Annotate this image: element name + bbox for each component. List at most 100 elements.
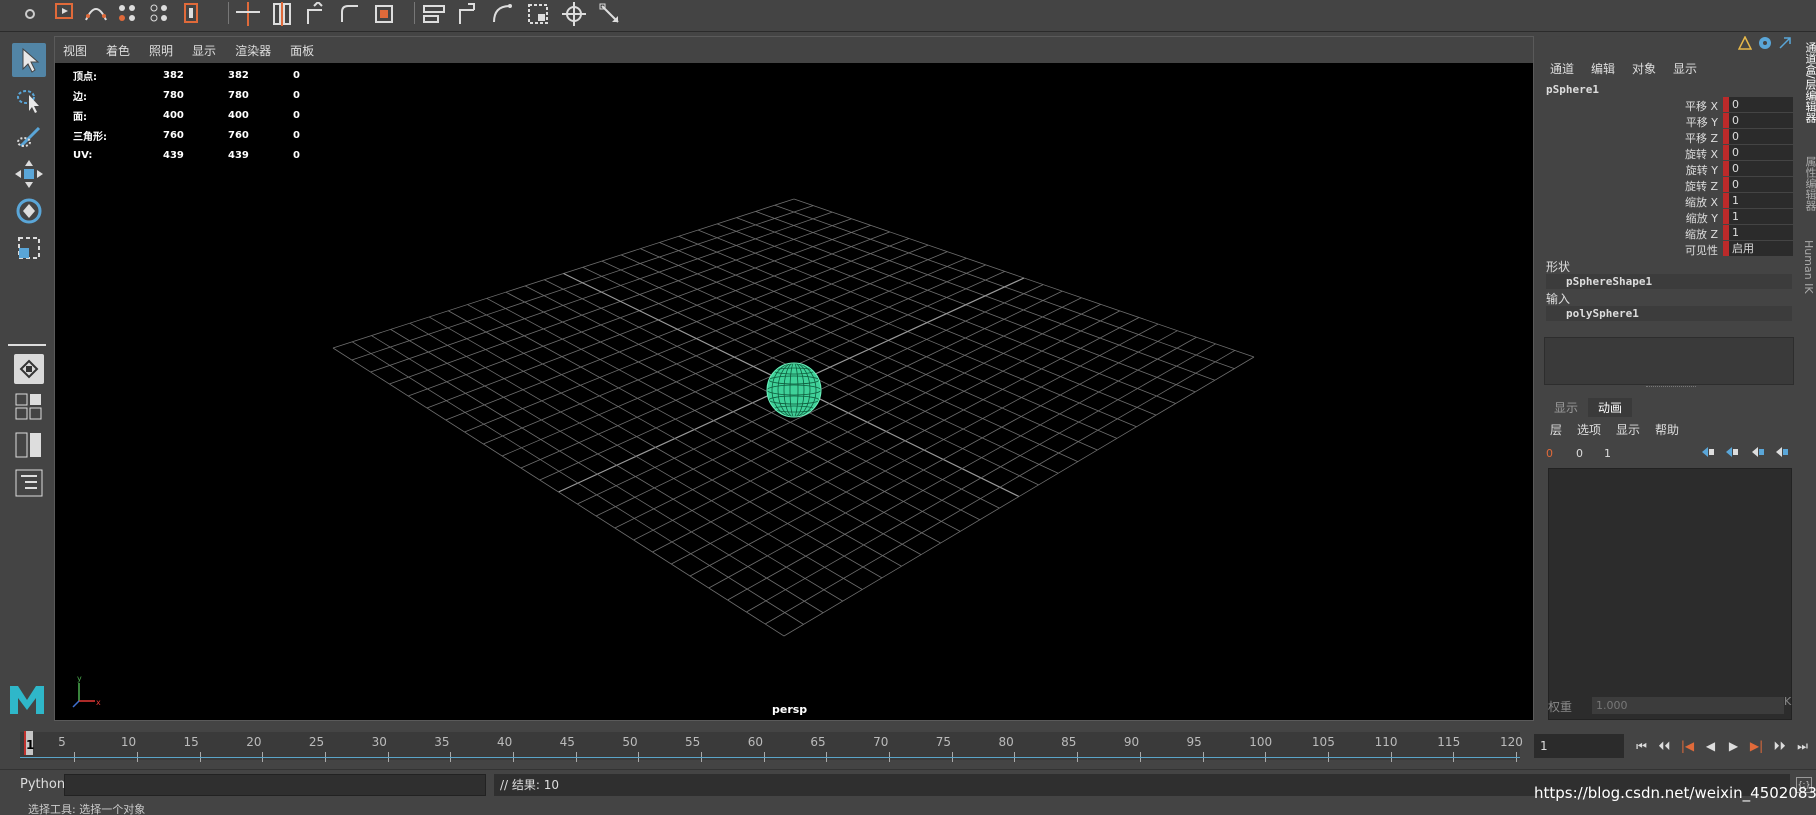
weight-key-label[interactable]: K xyxy=(1784,695,1791,708)
current-frame-field[interactable]: 1 xyxy=(1534,734,1624,758)
axis-y-label: y xyxy=(77,674,82,683)
layer-list[interactable] xyxy=(1548,468,1792,720)
attribute-editor-icon[interactable] xyxy=(1758,36,1772,50)
go-to-end-button[interactable]: ⏭ xyxy=(1791,734,1814,758)
multi-cut-icon[interactable] xyxy=(270,2,294,26)
tab-attribute-editor[interactable]: 属性编辑器 xyxy=(1802,156,1816,211)
scale-tool-button[interactable] xyxy=(12,231,46,265)
play-backwards-button[interactable]: ◀ xyxy=(1699,734,1722,758)
viewport-3d[interactable]: 顶点: 382 382 0 边: 780 780 0 面: 400 400 0 … xyxy=(55,63,1533,720)
bevel-icon[interactable] xyxy=(338,2,362,26)
menu-display[interactable]: 显示 xyxy=(1673,60,1697,77)
channel-value[interactable]: 0 xyxy=(1729,113,1793,128)
pivot-icon[interactable] xyxy=(490,2,514,26)
bridge-icon[interactable] xyxy=(372,2,396,26)
poly-sphere-icon[interactable] xyxy=(116,2,140,26)
weight-field[interactable]: 1.000 xyxy=(1592,697,1784,714)
soft-select-icon[interactable] xyxy=(180,2,204,26)
insert-edge-icon[interactable] xyxy=(236,2,260,26)
select-tool-button[interactable] xyxy=(12,43,46,77)
menu-channels[interactable]: 通道 xyxy=(1550,60,1574,77)
command-language-toggle[interactable]: Python xyxy=(20,777,65,792)
time-ruler[interactable]: 5 10 15 20 25 30 35 40 45 50 55 60 65 70 75 80 85 90 95 100… xyxy=(20,732,1523,762)
menu-edit[interactable]: 编辑 xyxy=(1591,60,1615,77)
channel-row[interactable]: 可见性 启用 xyxy=(1536,241,1800,257)
channel-row[interactable]: 平移 X 0 xyxy=(1536,97,1800,113)
menu-renderer[interactable]: 渲染器 xyxy=(235,42,271,59)
channel-value[interactable]: 1 xyxy=(1729,193,1793,208)
menu-layer-display[interactable]: 显示 xyxy=(1616,421,1640,438)
channel-row[interactable]: 缩放 Z 1 xyxy=(1536,225,1800,241)
channel-value[interactable]: 0 xyxy=(1729,145,1793,160)
render-view-icon[interactable] xyxy=(52,2,76,26)
four-view-button[interactable] xyxy=(14,392,44,422)
menu-options[interactable]: 选项 xyxy=(1577,421,1601,438)
layer-key-buttons[interactable]: 0 0 1 xyxy=(1546,444,1616,460)
channel-value[interactable]: 启用 xyxy=(1729,241,1793,256)
single-view-button[interactable] xyxy=(14,354,44,384)
channel-value[interactable]: 1 xyxy=(1729,225,1793,240)
outliner-button[interactable] xyxy=(14,468,44,498)
channel-label: 平移 Z xyxy=(1684,132,1718,145)
tab-anim-layers[interactable]: 动画 xyxy=(1588,398,1633,417)
menu-help[interactable]: 帮助 xyxy=(1655,421,1679,438)
channel-value[interactable]: 0 xyxy=(1729,161,1793,176)
rotate-tool-button[interactable] xyxy=(12,194,46,228)
menu-shading[interactable]: 着色 xyxy=(106,42,130,59)
transform-icon[interactable] xyxy=(598,2,622,26)
tab-human-ik[interactable]: Human IK xyxy=(1802,240,1815,294)
channel-value[interactable]: 1 xyxy=(1729,209,1793,224)
poly-sphere-dots-icon[interactable] xyxy=(148,2,172,26)
channel-value[interactable]: 0 xyxy=(1729,129,1793,144)
hud-label: 三角形: xyxy=(73,131,107,143)
step-back-frame-button[interactable]: |◀ xyxy=(1676,734,1699,758)
paint-select-button[interactable] xyxy=(12,120,46,154)
curve-tool-icon[interactable] xyxy=(84,2,108,26)
crosshair-icon[interactable] xyxy=(562,2,586,26)
time-slider[interactable]: 5 10 15 20 25 30 35 40 45 50 55 60 65 70 75 80 85 90 95 100… xyxy=(20,726,1523,762)
move-tool-button[interactable] xyxy=(12,157,46,191)
channel-row[interactable]: 旋转 Z 0 xyxy=(1536,177,1800,193)
weight-label: 权重 xyxy=(1548,700,1573,714)
channel-box-tool-icon[interactable] xyxy=(1738,36,1752,50)
menu-show[interactable]: 显示 xyxy=(192,42,216,59)
extrude-icon[interactable] xyxy=(304,2,328,26)
step-back-key-button[interactable]: ⏴⏴ xyxy=(1653,734,1676,758)
object-name[interactable]: pSphere1 xyxy=(1546,83,1599,96)
menu-view[interactable]: 视图 xyxy=(63,42,87,59)
command-input[interactable] xyxy=(64,774,486,796)
channel-row[interactable]: 缩放 X 1 xyxy=(1536,193,1800,209)
splitter-handle[interactable] xyxy=(1646,386,1696,389)
lasso-tool-button[interactable] xyxy=(12,83,46,117)
play-forwards-button[interactable]: ▶ xyxy=(1722,734,1745,758)
channel-value[interactable]: 0 xyxy=(1729,97,1793,112)
channel-row[interactable]: 缩放 Y 1 xyxy=(1536,209,1800,225)
step-forward-frame-button[interactable]: ▶| xyxy=(1745,734,1768,758)
target-weld-icon[interactable] xyxy=(526,2,550,26)
menu-object[interactable]: 对象 xyxy=(1632,60,1656,77)
channel-row[interactable]: 旋转 X 0 xyxy=(1536,145,1800,161)
separate-icon[interactable] xyxy=(456,2,480,26)
two-view-button[interactable] xyxy=(14,430,44,460)
expand-icon[interactable] xyxy=(1778,36,1792,50)
tab-display-layers[interactable]: 显示 xyxy=(1544,398,1588,417)
channel-row[interactable]: 平移 Y 0 xyxy=(1536,113,1800,129)
mirror-icon[interactable] xyxy=(422,2,446,26)
channel-label: 平移 X xyxy=(1684,100,1718,113)
menu-panels[interactable]: 面板 xyxy=(290,42,314,59)
channel-value[interactable]: 0 xyxy=(1729,177,1793,192)
tab-channel-box[interactable]: 通道盒/层编辑器 xyxy=(1802,42,1816,123)
step-forward-key-button[interactable]: ⏵⏵ xyxy=(1768,734,1791,758)
tick-label: 50 xyxy=(622,735,638,749)
shape-node[interactable]: pSphereShape1 xyxy=(1546,274,1792,289)
channel-row[interactable]: 旋转 Y 0 xyxy=(1536,161,1800,177)
layer-order-icons[interactable] xyxy=(1700,444,1792,460)
menu-lighting[interactable]: 照明 xyxy=(149,42,173,59)
go-to-start-button[interactable]: ⏮ xyxy=(1630,734,1653,758)
menu-layers[interactable]: 层 xyxy=(1550,421,1562,438)
channel-row[interactable]: 平移 Z 0 xyxy=(1536,129,1800,145)
grid-line xyxy=(486,297,941,544)
channel-label: 缩放 Y xyxy=(1685,212,1718,225)
settings-icon[interactable] xyxy=(20,4,40,24)
input-node[interactable]: polySphere1 xyxy=(1546,306,1792,321)
